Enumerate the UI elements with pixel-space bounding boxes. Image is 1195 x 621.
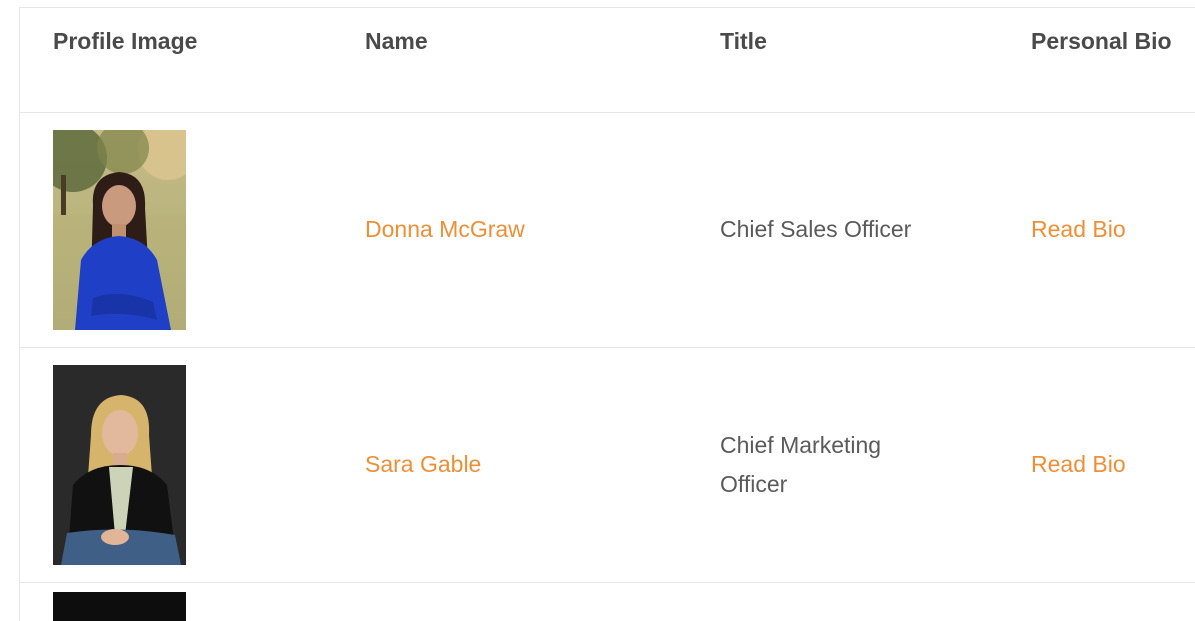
profile-photo-sara [53,364,186,565]
name-cell: Sara Gable [365,347,720,583]
table-row [20,582,1195,621]
member-title: Chief Marketing Officer [720,431,882,497]
team-table: Profile Image Name Title Personal Bio Do… [20,8,1195,621]
table-header-row: Profile Image Name Title Personal Bio [20,8,1195,113]
read-bio-link[interactable]: Read Bio [1031,451,1126,477]
title-cell [720,582,1031,621]
team-table-container: Profile Image Name Title Personal Bio Do… [19,7,1195,621]
header-profile-image: Profile Image [20,8,365,113]
title-cell: Chief Sales Officer [720,112,1031,348]
name-cell [365,582,720,621]
bio-cell [1031,582,1195,621]
title-cell: Chief Marketing Officer [720,347,1031,583]
member-title: Chief Sales Officer [720,216,912,242]
bio-cell: Read Bio [1031,347,1195,583]
profile-image-cell [20,347,365,583]
member-name-link[interactable]: Donna McGraw [365,216,525,242]
profile-photo [53,591,186,621]
table-row: Sara Gable Chief Marketing Officer Read … [20,347,1195,583]
profile-image-cell [20,582,365,621]
header-title: Title [720,8,1031,113]
header-personal-bio: Personal Bio [1031,8,1195,113]
profile-image-cell [20,112,365,348]
profile-photo-donna [53,129,186,330]
header-name: Name [365,8,720,113]
bio-cell: Read Bio [1031,112,1195,348]
table-row: Donna McGraw Chief Sales Officer Read Bi… [20,112,1195,348]
member-name-link[interactable]: Sara Gable [365,451,481,477]
read-bio-link[interactable]: Read Bio [1031,216,1126,242]
name-cell: Donna McGraw [365,112,720,348]
